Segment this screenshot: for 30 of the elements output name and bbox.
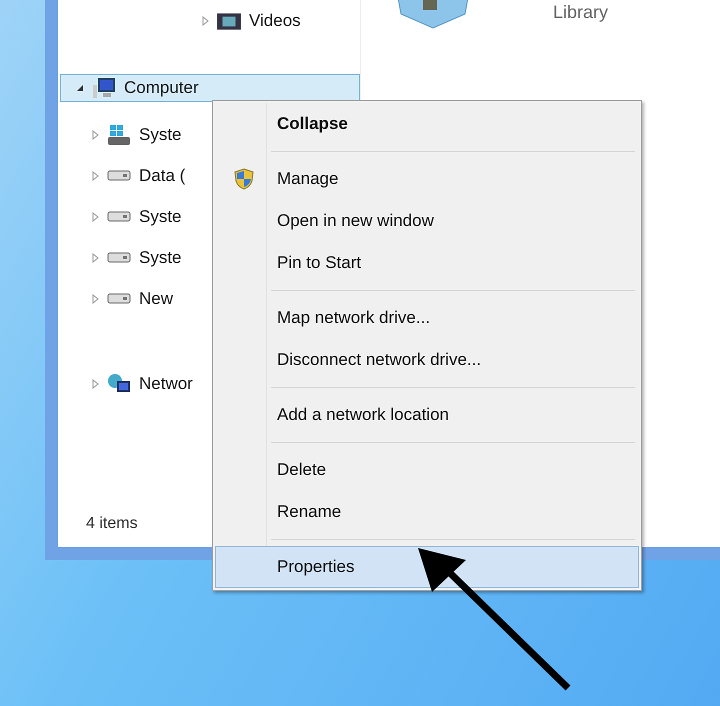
- tree-item-label: Syste: [139, 206, 182, 226]
- menu-item[interactable]: Map network drive...: [215, 297, 639, 339]
- tree-item-label: Syste: [139, 248, 182, 268]
- selected-tree-item[interactable]: Computer: [60, 74, 360, 102]
- status-bar-text: 4 items: [85, 515, 139, 533]
- network-icon: [106, 372, 132, 394]
- tree-item-label: New: [139, 288, 174, 308]
- menu-item[interactable]: Properties: [215, 546, 639, 588]
- tree-item-label: Syste: [139, 124, 182, 144]
- tree-item-label: Data (: [139, 166, 186, 186]
- menu-item[interactable]: Manage: [215, 158, 639, 200]
- drive-icon: [106, 170, 132, 181]
- menu-item[interactable]: Delete: [215, 449, 639, 491]
- menu-item[interactable]: Rename: [215, 491, 639, 533]
- tree-item-label: Videos: [249, 11, 301, 31]
- menu-item[interactable]: Open in new window: [215, 200, 639, 242]
- computer-icon: [91, 77, 117, 99]
- expand-arrow-icon[interactable]: [75, 83, 85, 93]
- drive-icon: [106, 252, 132, 263]
- menu-item[interactable]: Pin to Start: [215, 242, 639, 284]
- library-label[interactable]: Library: [553, 2, 608, 23]
- tree-item-label: Networ: [139, 374, 193, 394]
- menu-item[interactable]: Collapse: [215, 103, 639, 145]
- drive-icon: [106, 211, 132, 222]
- system-drive-icon: [106, 124, 132, 146]
- tree-item-label: Computer: [124, 78, 199, 98]
- menu-item[interactable]: Add a network location: [215, 394, 639, 436]
- menu-item[interactable]: Disconnect network drive...: [215, 339, 639, 381]
- tree-item[interactable]: Videos: [60, 10, 360, 32]
- drive-icon: [106, 293, 132, 304]
